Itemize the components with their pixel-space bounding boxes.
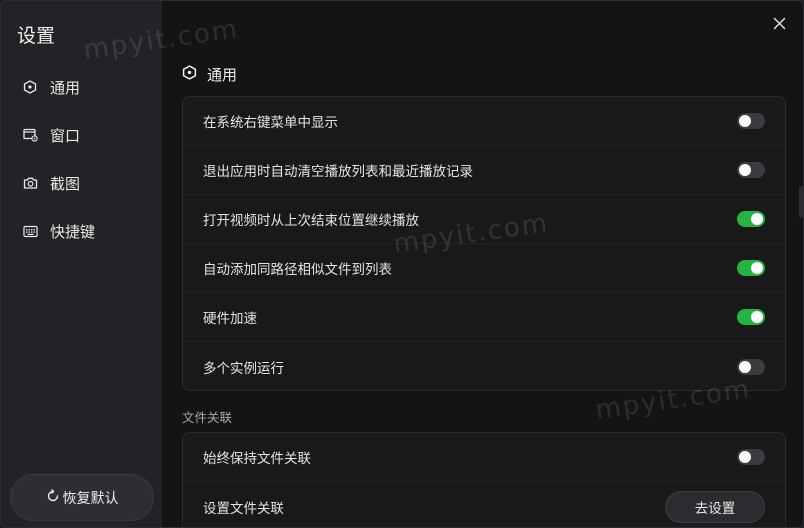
refresh-icon (46, 488, 60, 507)
camera-icon (22, 175, 38, 191)
setting-row: 始终保持文件关联 (183, 433, 785, 482)
keep-file-association-toggle[interactable] (737, 449, 765, 465)
section-header-general: 通用 (182, 63, 237, 85)
toggle-knob (751, 262, 763, 274)
auto-add-similar-files-toggle[interactable] (737, 260, 765, 276)
scrollbar[interactable] (799, 186, 803, 218)
sidebar-item-screenshot[interactable]: 截图 (1, 159, 162, 207)
setting-row: 在系统右键菜单中显示 (183, 97, 785, 146)
setting-label: 硬件加速 (203, 311, 257, 327)
close-button[interactable] (767, 13, 791, 37)
toggle-knob (739, 164, 751, 176)
hexagon-icon (22, 79, 38, 95)
reset-defaults-label: 恢复默认 (62, 490, 119, 507)
go-settings-label: 去设置 (694, 500, 736, 517)
file-association-group-label: 文件关联 (182, 410, 233, 425)
setting-label: 设置文件关联 (203, 500, 284, 517)
resume-playback-toggle[interactable] (737, 211, 765, 227)
close-icon (773, 17, 786, 34)
toggle-knob (739, 360, 751, 373)
sidebar-item-label: 快捷键 (50, 222, 96, 241)
setting-label: 打开视频时从上次结束位置继续播放 (203, 213, 419, 229)
window-icon (22, 127, 38, 143)
setting-label: 在系统右键菜单中显示 (203, 115, 338, 131)
sidebar-item-label: 窗口 (50, 126, 81, 145)
context-menu-toggle[interactable] (737, 113, 765, 129)
reset-defaults-button[interactable]: 恢复默认 (10, 474, 154, 521)
sidebar-item-shortcuts[interactable]: 快捷键 (1, 207, 162, 255)
toggle-knob (751, 311, 763, 323)
sidebar-title: 设置 (17, 25, 56, 47)
setting-row: 退出应用时自动清空播放列表和最近播放记录 (183, 146, 785, 195)
sidebar: 设置 通用 窗口 截图 快捷键 恢复默认 (1, 1, 162, 527)
setting-row: 硬件加速 (183, 293, 785, 342)
file-association-card: 始终保持文件关联 设置文件关联 去设置 (182, 432, 786, 527)
multiple-instances-toggle[interactable] (737, 358, 765, 375)
toggle-knob (739, 115, 751, 127)
go-settings-button[interactable]: 去设置 (665, 490, 765, 523)
hardware-acceleration-toggle[interactable] (737, 309, 765, 325)
sidebar-item-window[interactable]: 窗口 (1, 111, 162, 159)
setting-label: 退出应用时自动清空播放列表和最近播放记录 (203, 164, 473, 180)
sidebar-item-label: 通用 (50, 78, 81, 97)
setting-row: 设置文件关联 去设置 (183, 482, 785, 527)
setting-row: 自动添加同路径相似文件到列表 (183, 244, 785, 293)
toggle-knob (751, 213, 763, 225)
setting-label: 始终保持文件关联 (203, 451, 311, 467)
keyboard-icon (22, 223, 38, 239)
hexagon-icon (182, 64, 197, 84)
setting-label: 自动添加同路径相似文件到列表 (203, 262, 392, 278)
setting-label: 多个实例运行 (203, 360, 284, 377)
sidebar-nav: 通用 窗口 截图 快捷键 (1, 63, 162, 255)
section-title: 通用 (207, 65, 238, 84)
sidebar-item-label: 截图 (50, 174, 81, 193)
settings-window: 设置 通用 窗口 截图 快捷键 恢复默认 通用 在系统右键菜单中显示 退出应用时… (0, 0, 804, 528)
clear-playlist-toggle[interactable] (737, 162, 765, 178)
toggle-knob (739, 451, 751, 463)
sidebar-item-general[interactable]: 通用 (1, 63, 162, 111)
